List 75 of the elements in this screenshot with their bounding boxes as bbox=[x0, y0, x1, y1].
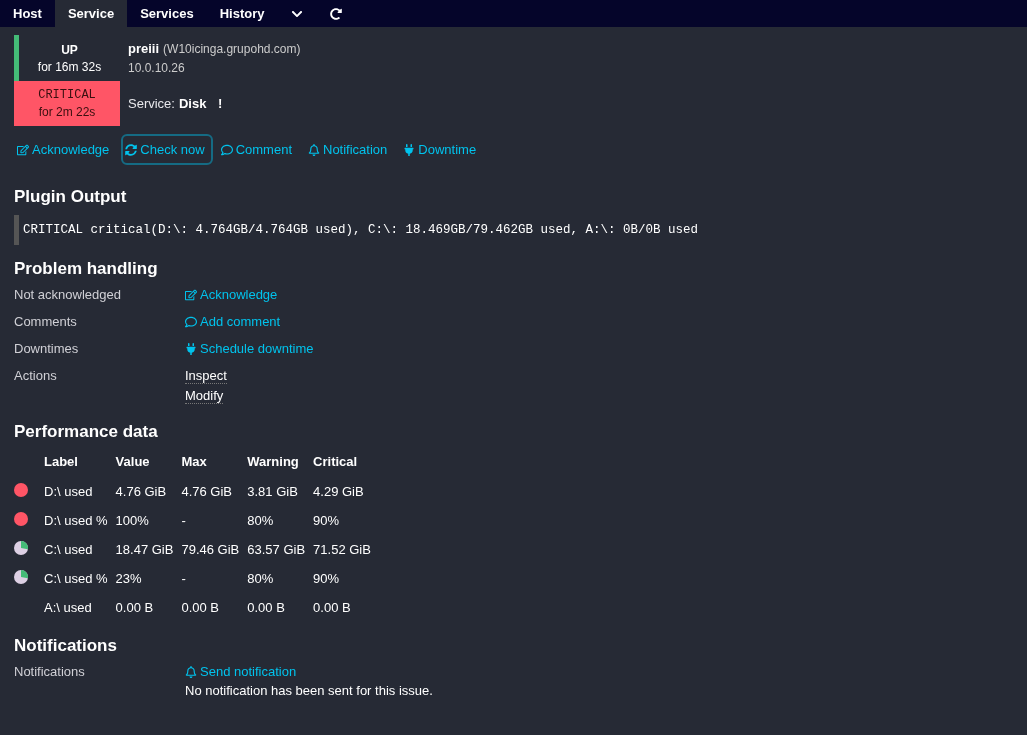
column-header: Max bbox=[181, 450, 248, 477]
table-cell-text: 0.00 B bbox=[313, 599, 352, 617]
row-label: Actions bbox=[14, 368, 58, 385]
bell-icon bbox=[308, 143, 320, 156]
column-header: Value bbox=[115, 453, 151, 471]
table-cell: 80% bbox=[247, 564, 314, 593]
action-link[interactable]: Comment bbox=[216, 134, 300, 165]
column-header: Warning bbox=[247, 450, 314, 477]
refresh-icon bbox=[125, 143, 138, 156]
tab[interactable]: Service bbox=[54, 0, 128, 27]
state-duration: for 2m 22s bbox=[38, 105, 96, 119]
section-heading: Plugin Output bbox=[14, 187, 128, 207]
service-label: Service: bbox=[128, 96, 175, 111]
action-link[interactable]: Inspect bbox=[185, 368, 227, 384]
table-cell-text: 23% bbox=[115, 570, 143, 588]
table-cell: D:\ used % bbox=[44, 506, 116, 535]
section-heading: Problem handling bbox=[14, 259, 159, 279]
service-name: Disk bbox=[178, 96, 207, 111]
table-cell-text: 90% bbox=[313, 512, 341, 530]
action-link[interactable]: Schedule downtime bbox=[185, 341, 314, 356]
table-cell: A:\ used bbox=[44, 593, 116, 622]
table-cell-text: 18.47 GiB bbox=[115, 541, 175, 559]
table-cell: C:\ used bbox=[44, 535, 116, 564]
host-name: preiii bbox=[128, 41, 160, 56]
table-cell: C:\ used % bbox=[44, 564, 116, 593]
speech-bubble-icon bbox=[185, 315, 197, 328]
action-link[interactable]: Acknowledge bbox=[185, 287, 278, 302]
table-cell-text: 71.52 GiB bbox=[313, 541, 372, 559]
bell-icon bbox=[185, 665, 197, 678]
action-link[interactable]: Check now bbox=[121, 134, 213, 165]
tab[interactable]: Services bbox=[127, 0, 207, 27]
row-label: Not acknowledged bbox=[14, 287, 122, 302]
table-cell: - bbox=[181, 564, 248, 593]
table-cell-text: 90% bbox=[313, 570, 341, 588]
state-label: CRITICAL bbox=[38, 88, 96, 102]
column-header: Label bbox=[44, 450, 116, 477]
table-cell: 0.00 B bbox=[181, 593, 248, 622]
host-address: 10.0.10.26 bbox=[128, 61, 186, 75]
notification-message: No notification has been sent for this issue. bbox=[185, 683, 433, 698]
edit-icon bbox=[17, 143, 29, 156]
flag-mark: ! bbox=[218, 96, 223, 111]
plug-icon bbox=[403, 143, 416, 156]
table-cell-text: 4.29 GiB bbox=[313, 483, 365, 501]
section-heading: Performance data bbox=[14, 422, 159, 442]
table-cell: - bbox=[181, 506, 248, 535]
state-duration: for 16m 32s bbox=[37, 59, 102, 74]
table-cell: D:\ used bbox=[44, 477, 116, 506]
row-label: Notifications bbox=[14, 664, 86, 681]
plugin-output: CRITICAL critical(D:\: 4.764GB/4.764GB used), C:\: 18.469GB/79.462GB used, A:\: 0B/0B used bbox=[14, 215, 1013, 245]
column-header: Critical bbox=[313, 453, 359, 471]
action-link[interactable]: Downtime bbox=[399, 134, 485, 165]
row-label: Downtimes bbox=[14, 341, 80, 356]
action-link[interactable]: Acknowledge bbox=[13, 134, 118, 165]
action-link[interactable]: Modify bbox=[185, 388, 224, 404]
action-link[interactable]: Send notification bbox=[185, 664, 297, 679]
tab[interactable]: History bbox=[206, 0, 278, 27]
plug-icon bbox=[185, 342, 197, 355]
table-cell: 0.00 B bbox=[247, 593, 314, 622]
edit-icon bbox=[185, 288, 197, 301]
action-link[interactable]: Add comment bbox=[185, 314, 281, 329]
tab[interactable]: Host bbox=[0, 0, 55, 27]
table-cell-text: 0.00 B bbox=[115, 599, 155, 617]
table-cell: 4.76 GiB bbox=[181, 477, 248, 506]
host-display-name: (W10icinga.grupohd.com) bbox=[163, 42, 301, 56]
speech-bubble-icon bbox=[220, 143, 233, 156]
table-cell: 80% bbox=[247, 506, 314, 535]
table-cell: 4.76 GiB bbox=[115, 477, 182, 506]
section-heading: Notifications bbox=[14, 636, 118, 656]
table-cell: 3.81 GiB bbox=[247, 477, 314, 506]
state-label: UP bbox=[61, 42, 78, 57]
table-cell: 63.57 GiB bbox=[247, 535, 314, 564]
table-cell-text: 100% bbox=[115, 512, 150, 530]
table-cell: 79.46 GiB bbox=[181, 535, 248, 564]
row-label: Comments bbox=[14, 314, 78, 329]
action-link[interactable]: Notification bbox=[304, 134, 396, 165]
